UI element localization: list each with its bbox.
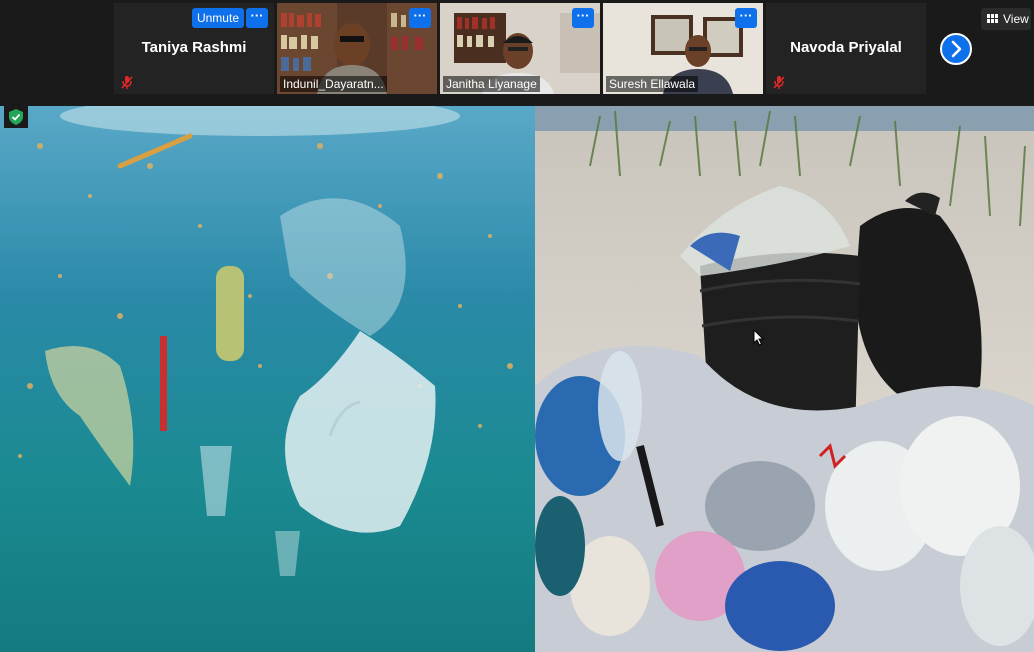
mouse-pointer-icon (753, 329, 765, 346)
gallery-view-icon (987, 14, 998, 23)
more-options-button[interactable]: ··· (572, 8, 594, 28)
shared-screen-image (0, 106, 1034, 652)
participant-tile-taniya[interactable]: Taniya Rashmi Unmute ··· (114, 3, 274, 94)
participant-name: Navoda Priyalal (790, 39, 902, 56)
participant-tile-indunil[interactable]: ··· Indunil_Dayaratn... (277, 3, 437, 94)
next-page-button[interactable] (940, 33, 972, 65)
participant-tile-navoda[interactable]: Navoda Priyalal (766, 3, 926, 94)
participant-tile-janitha[interactable]: ··· Janitha Liyanage (440, 3, 600, 94)
participant-name: Suresh Ellawala (606, 76, 699, 92)
participant-name: Taniya Rashmi (141, 39, 247, 56)
more-options-button[interactable]: ··· (409, 8, 431, 28)
unmute-button[interactable]: Unmute (191, 8, 244, 28)
view-label: View (1003, 12, 1029, 26)
microphone-muted-icon (121, 76, 133, 89)
participant-strip: Taniya Rashmi Unmute ··· ··· Indunil_Day… (0, 0, 1034, 106)
participant-tile-suresh[interactable]: ··· Suresh Ellawala (603, 3, 763, 94)
chevron-right-icon (951, 40, 962, 58)
participant-name: Indunil_Dayaratn... (280, 76, 387, 92)
security-shield-icon[interactable] (4, 106, 28, 128)
microphone-muted-icon (773, 76, 785, 89)
view-button[interactable]: View (981, 8, 1031, 30)
more-options-button[interactable]: ··· (735, 8, 757, 28)
participant-name: Janitha Liyanage (443, 76, 540, 92)
more-options-button[interactable]: ··· (246, 8, 268, 28)
